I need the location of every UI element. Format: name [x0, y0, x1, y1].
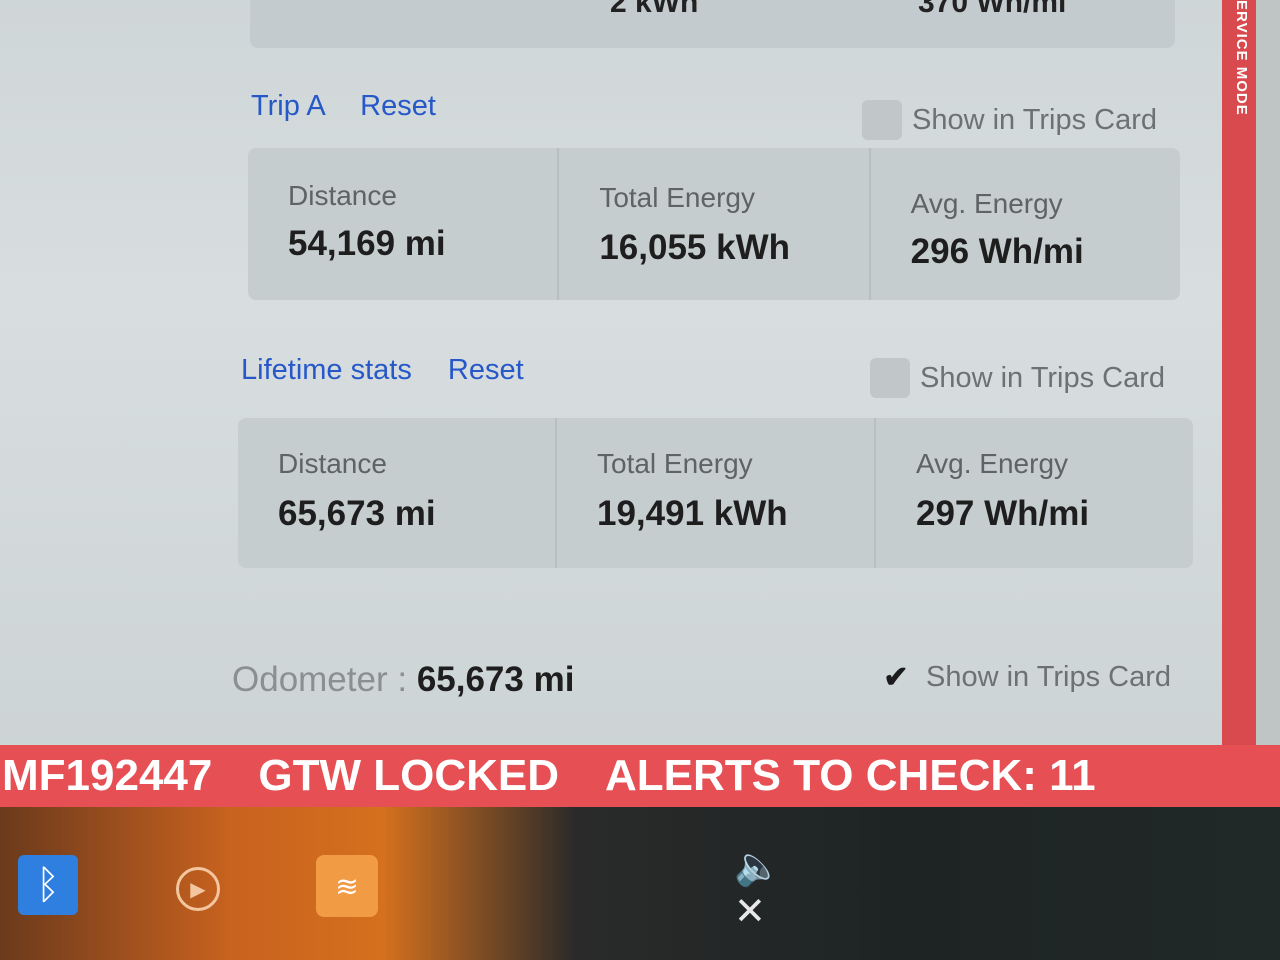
stat-value: 16,055 kWh [599, 228, 790, 267]
stat-label: Distance [288, 180, 397, 211]
trip-a-total-energy: Total Energy 16,055 kWh [559, 148, 871, 300]
odometer-value: 65,673 mi [416, 660, 575, 699]
lifetime-title: Lifetime stats [241, 354, 412, 386]
lifetime-total-energy: Total Energy 19,491 kWh [557, 418, 876, 568]
stat-label: Avg. Energy [910, 188, 1063, 219]
service-banner: MF192447 GTW LOCKED ALERTS TO CHECK: 11 [0, 745, 1280, 807]
bluetooth-icon[interactable]: ᛒ [18, 855, 78, 915]
screen-edge [1256, 0, 1280, 745]
service-mode-label: ERVICE MODE [1233, 0, 1250, 116]
vin-fragment: MF192447 [2, 751, 213, 800]
trip-a-show-checkbox[interactable] [862, 100, 902, 140]
stat-value: 54,169 mi [288, 224, 446, 263]
audible-icon[interactable]: ≋ [316, 855, 378, 917]
lifetime-show-in-trips[interactable]: Show in Trips Card [870, 358, 1165, 398]
odometer: Odometer : 65,673 mi [232, 660, 574, 700]
previous-trip-energy: 2 kWh [610, 0, 699, 19]
odometer-show-in-trips[interactable]: ✔ Show in Trips Card [876, 660, 1171, 695]
checkmark-icon[interactable]: ✔ [876, 660, 916, 695]
trip-a-title: Trip A [251, 90, 325, 122]
stat-label: Total Energy [597, 448, 753, 479]
previous-trip-card: 2 kWh 370 Wh/mi [250, 0, 1175, 48]
alerts-count[interactable]: ALERTS TO CHECK: 11 [605, 751, 1096, 801]
odometer-show-label: Show in Trips Card [926, 661, 1171, 693]
lifetime-avg-energy: Avg. Energy 297 Wh/mi [876, 418, 1193, 568]
stat-value: 296 Wh/mi [910, 232, 1084, 271]
trip-a-distance: Distance 54,169 mi [248, 148, 560, 300]
trip-a-reset-button[interactable]: Reset [360, 90, 436, 122]
trip-a-header: Trip A Reset [251, 90, 436, 123]
stat-value: 297 Wh/mi [916, 494, 1090, 533]
trip-a-avg-energy: Avg. Energy 296 Wh/mi [871, 148, 1180, 300]
lifetime-show-label: Show in Trips Card [920, 361, 1165, 394]
stat-value: 65,673 mi [278, 494, 436, 533]
trips-screen: 2 kWh 370 Wh/mi Trip A Reset Show in Tri… [0, 0, 1228, 745]
lifetime-reset-button[interactable]: Reset [448, 354, 524, 386]
stat-label: Avg. Energy [916, 448, 1069, 479]
media-player-icon[interactable]: ▶ [176, 867, 220, 911]
previous-trip-avg-energy: 370 Wh/mi [918, 0, 1067, 19]
gtw-status: GTW LOCKED [258, 751, 559, 800]
lifetime-distance: Distance 65,673 mi [238, 418, 557, 568]
volume-mute-icon[interactable]: 🔈✕ [734, 846, 804, 933]
trip-a-stats-card: Distance 54,169 mi Total Energy 16,055 k… [248, 148, 1180, 300]
stat-value: 19,491 kWh [597, 494, 788, 533]
odometer-label: Odometer : [232, 660, 408, 699]
lifetime-header: Lifetime stats Reset [241, 354, 524, 387]
stat-label: Distance [278, 448, 387, 479]
lifetime-show-checkbox[interactable] [870, 358, 910, 398]
lifetime-stats-card: Distance 65,673 mi Total Energy 19,491 k… [238, 418, 1193, 568]
stat-label: Total Energy [599, 182, 755, 213]
trip-a-show-in-trips[interactable]: Show in Trips Card [862, 100, 1157, 140]
trip-a-show-label: Show in Trips Card [912, 103, 1157, 136]
bottom-dock: ᛒ ▶ ≋ 🔈✕ [0, 807, 1280, 960]
